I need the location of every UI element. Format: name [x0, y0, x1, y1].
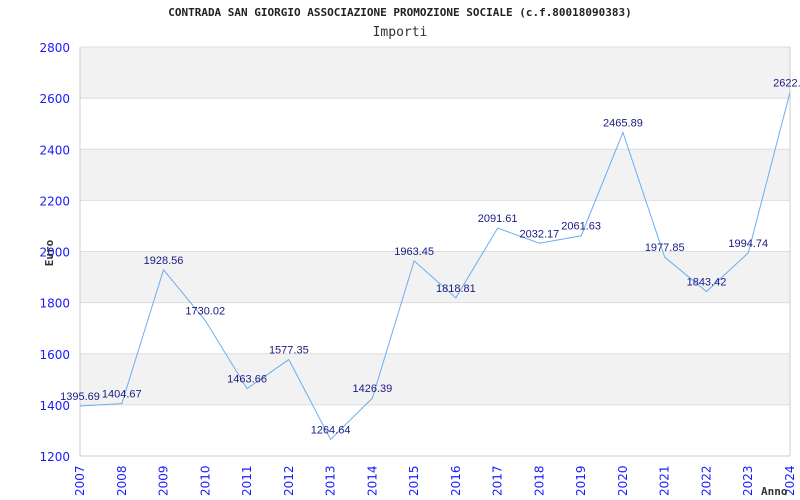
grid-band [80, 47, 790, 99]
data-label: 1264.64 [311, 424, 351, 436]
data-label: 1463.66 [227, 374, 267, 386]
data-label: 1843.42 [687, 277, 727, 289]
x-tick-label: 2007 [73, 465, 87, 496]
y-tick-label: 2400 [39, 143, 70, 157]
grid-band [80, 353, 790, 405]
x-tick-label: 2014 [365, 465, 379, 496]
data-label: 1928.56 [144, 255, 184, 267]
data-label: 2032.17 [520, 228, 560, 240]
x-tick-label: 2017 [491, 465, 505, 496]
x-tick-label: 2009 [157, 465, 171, 496]
data-label: 1395.69 [60, 391, 100, 403]
x-tick-label: 2010 [198, 465, 212, 496]
x-tick-label: 2016 [449, 465, 463, 496]
grid-band [80, 251, 790, 303]
data-label: 1994.74 [728, 238, 768, 250]
data-label: 1730.02 [185, 306, 225, 318]
grid-band [80, 149, 790, 201]
y-tick-label: 1200 [39, 450, 70, 464]
x-axis-title: Anno [761, 485, 788, 498]
data-label: 1818.81 [436, 283, 476, 295]
data-label: 1426.39 [352, 383, 392, 395]
x-tick-label: 2022 [699, 465, 713, 496]
x-tick-label: 2008 [115, 465, 129, 496]
line-chart: 1200140016001800200022002400260028002007… [39, 41, 800, 498]
data-label: 2465.89 [603, 117, 643, 129]
grid-band [80, 404, 790, 456]
data-label: 1977.85 [645, 242, 685, 254]
y-tick-label: 1600 [39, 348, 70, 362]
x-tick-label: 2023 [741, 465, 755, 496]
x-tick-label: 2011 [240, 465, 254, 496]
x-tick-label: 2013 [324, 465, 338, 496]
grid-band [80, 98, 790, 150]
x-tick-label: 2012 [282, 465, 296, 496]
y-tick-label: 2600 [39, 92, 70, 106]
data-label: 2061.63 [561, 221, 601, 233]
data-label: 1404.67 [102, 389, 142, 401]
x-tick-label: 2018 [532, 465, 546, 496]
x-tick-label: 2019 [574, 465, 588, 496]
x-tick-label: 2015 [407, 465, 421, 496]
y-tick-label: 2200 [39, 194, 70, 208]
y-tick-label: 1800 [39, 297, 70, 311]
y-axis-title: Euro [43, 239, 56, 266]
x-tick-label: 2020 [616, 465, 630, 496]
data-label: 1577.35 [269, 345, 309, 357]
y-tick-label: 2800 [39, 41, 70, 55]
x-tick-label: 2021 [658, 465, 672, 496]
data-label: 2091.61 [478, 213, 518, 225]
data-label: 1963.45 [394, 246, 434, 258]
data-label: 2622.6 [773, 77, 800, 89]
